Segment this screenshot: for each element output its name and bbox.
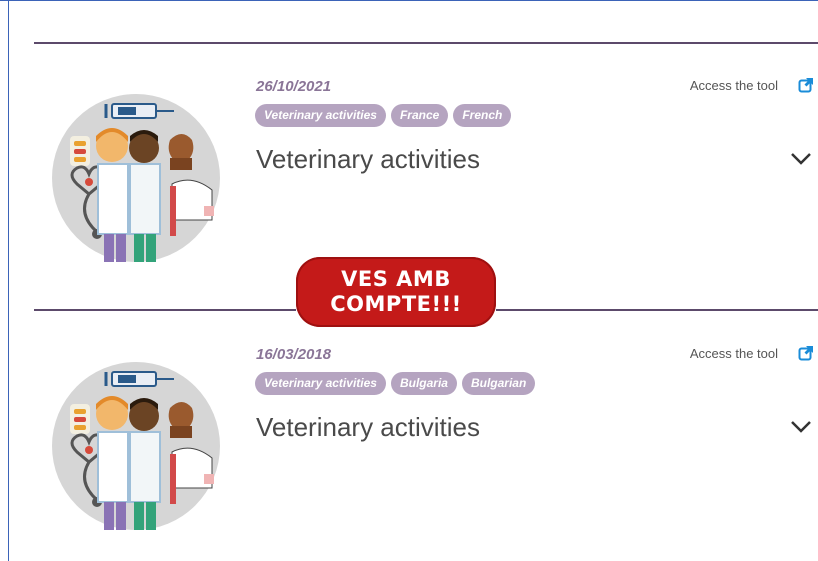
tag-badge[interactable]: French bbox=[453, 104, 512, 127]
divider-middle-right bbox=[496, 309, 818, 311]
tag-badge[interactable]: France bbox=[390, 104, 449, 127]
item-title: Veterinary activities bbox=[256, 144, 480, 174]
chevron-down-icon[interactable] bbox=[790, 418, 812, 434]
tag-badge[interactable]: Veterinary activities bbox=[255, 104, 386, 127]
vet-illustration-icon bbox=[52, 362, 220, 530]
tag-badge[interactable]: Veterinary activities bbox=[255, 372, 386, 395]
window-top-border bbox=[0, 0, 818, 1]
divider-middle-left bbox=[34, 309, 296, 311]
tag-badge[interactable]: Bulgarian bbox=[461, 372, 536, 395]
item-title: Veterinary activities bbox=[256, 412, 480, 442]
chevron-down-icon[interactable] bbox=[790, 150, 812, 166]
tool-card: 16/03/2018 Veterinary activities Bulgari… bbox=[0, 320, 818, 530]
annotation-stamp: VES AMB COMPTE!!! bbox=[296, 257, 496, 327]
item-date: 16/03/2018 bbox=[256, 346, 332, 363]
access-tool-link[interactable]: Access the tool bbox=[690, 78, 778, 93]
tag-list: Veterinary activities Bulgaria Bulgarian bbox=[255, 372, 536, 395]
annotation-line-2: COMPTE!!! bbox=[330, 292, 462, 316]
external-link-icon[interactable] bbox=[798, 77, 814, 93]
access-tool-link[interactable]: Access the tool bbox=[690, 346, 778, 361]
annotation-line-1: VES AMB bbox=[341, 267, 451, 291]
tool-card: 26/10/2021 Veterinary activities France … bbox=[0, 52, 818, 262]
item-date: 26/10/2021 bbox=[256, 78, 332, 95]
vet-illustration-icon bbox=[52, 94, 220, 262]
external-link-icon[interactable] bbox=[798, 345, 814, 361]
divider-top bbox=[34, 42, 818, 44]
tag-badge[interactable]: Bulgaria bbox=[390, 372, 457, 395]
tag-list: Veterinary activities France French bbox=[255, 104, 512, 127]
